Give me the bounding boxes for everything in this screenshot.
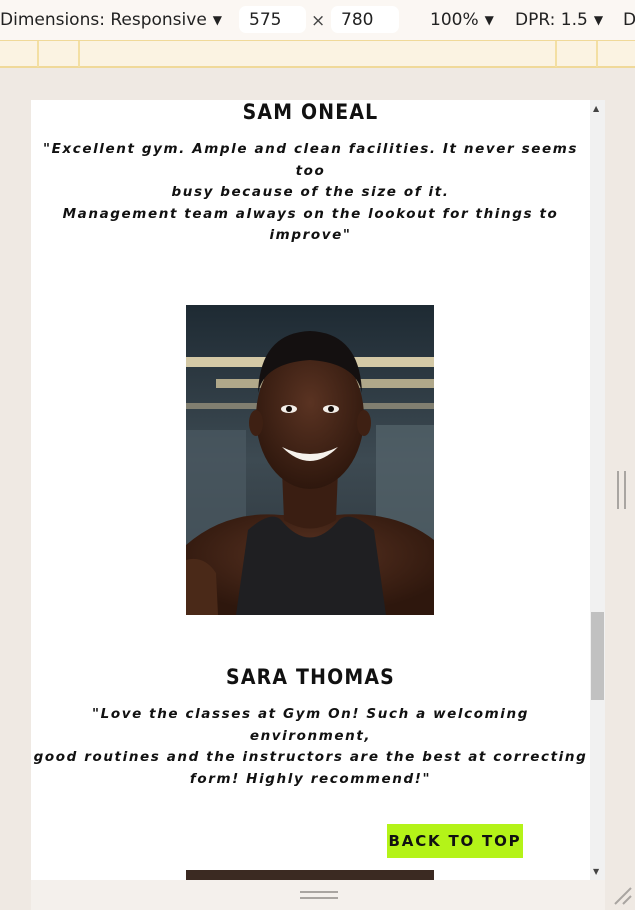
media-query-segment[interactable]: [557, 41, 598, 67]
page-viewport: SAM ONEAL "Excellent gym. Ample and clea…: [31, 100, 605, 880]
bottom-resize-bar: [31, 880, 605, 910]
device-toolbar: Dimensions: Responsive ▼ × 100% ▼ DPR: 1.5…: [0, 0, 635, 40]
testimonial-name: SAM ONEAL: [242, 100, 379, 124]
corner-resize-icon[interactable]: [611, 884, 633, 906]
media-query-bar: [0, 40, 635, 68]
zoom-label: 100%: [430, 10, 479, 30]
trainer-photo: [186, 870, 434, 880]
resize-handle-icon[interactable]: [300, 891, 338, 899]
scrollbar-thumb[interactable]: [591, 612, 604, 700]
dimensions-label: Dimensions: Responsive: [0, 10, 207, 30]
resize-handle-icon[interactable]: [617, 471, 626, 509]
dpr-label: DPR: 1.5: [515, 10, 588, 30]
trainer-photo: [186, 305, 434, 615]
height-input[interactable]: [331, 6, 399, 33]
caret-down-icon: ▼: [484, 13, 494, 27]
back-to-top-button[interactable]: BACK TO TOP: [387, 824, 523, 858]
media-query-segment[interactable]: [0, 41, 39, 67]
scroll-down-icon[interactable]: ▼: [593, 867, 599, 876]
caret-down-icon: ▼: [593, 13, 604, 27]
page-scrollbar[interactable]: ▲ ▼: [590, 100, 605, 880]
caret-down-icon: ▼: [212, 13, 223, 27]
width-input[interactable]: [239, 6, 306, 33]
testimonial-name: SARA THOMAS: [226, 665, 395, 689]
media-query-segment[interactable]: [80, 41, 557, 67]
times-symbol: ×: [311, 11, 326, 31]
zoom-dropdown[interactable]: 100% ▼: [430, 9, 494, 31]
dpr-dropdown[interactable]: DPR: 1.5 ▼: [515, 9, 603, 31]
dimensions-dropdown[interactable]: Dimensions: Responsive ▼: [0, 9, 222, 31]
device-menu-partial[interactable]: D: [623, 9, 635, 31]
testimonial-quote: "Excellent gym. Ample and clean faciliti…: [42, 141, 579, 243]
testimonial-quote: "Love the classes at Gym On! Such a welc…: [33, 706, 588, 787]
media-query-segment[interactable]: [39, 41, 80, 67]
scroll-up-icon[interactable]: ▲: [593, 104, 599, 113]
